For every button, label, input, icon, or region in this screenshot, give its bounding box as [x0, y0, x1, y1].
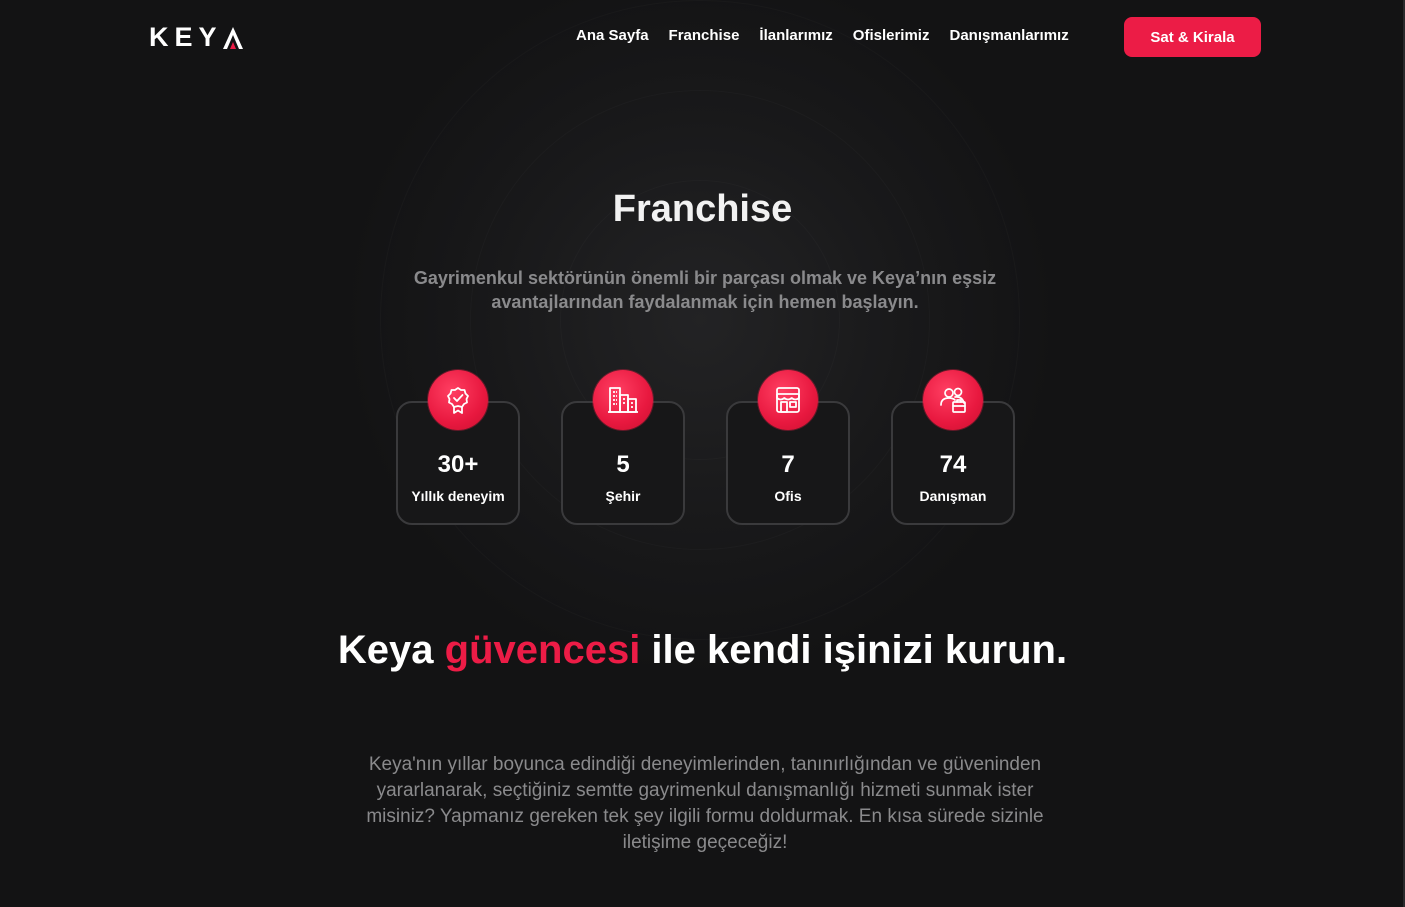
logo-a-mark-icon: [222, 26, 243, 50]
award-badge-icon: [428, 370, 488, 430]
nav-item-ilanlarimiz[interactable]: İlanlarımız: [759, 27, 832, 44]
logo-text: KEY: [149, 22, 223, 52]
hero-subtitle: Gayrimenkul sektörünün önemli bir parças…: [413, 268, 997, 312]
sat-kirala-button[interactable]: Sat & Kirala: [1124, 17, 1261, 57]
stat-value: 7: [781, 451, 795, 478]
advisors-icon: [923, 370, 983, 430]
nav-item-franchise[interactable]: Franchise: [669, 27, 740, 44]
keya-logo[interactable]: KEY: [149, 22, 243, 53]
storefront-icon: [758, 370, 818, 430]
section-title-accent: güvencesi: [444, 628, 641, 672]
stat-value: 5: [616, 451, 630, 478]
site-header: KEY Ana Sayfa Franchise İlanlarımız Ofis…: [0, 0, 1405, 74]
page-title: Franchise: [612, 188, 793, 230]
buildings-icon: [593, 370, 653, 430]
stat-label: Ofis: [774, 488, 802, 504]
stat-label: Danışman: [919, 488, 987, 504]
nav-item-ofislerimiz[interactable]: Ofislerimiz: [853, 27, 930, 44]
main-nav: Ana Sayfa Franchise İlanlarımız Ofisleri…: [576, 27, 1069, 44]
section-title-part2: ile kendi işinizi kurun.: [640, 628, 1068, 672]
nav-item-danismanlarimiz[interactable]: Danışmanlarımız: [949, 27, 1068, 44]
stat-label: Şehir: [605, 488, 641, 504]
stat-value: 74: [939, 451, 967, 478]
section-body-text: Keya'nın yıllar boyunca edindiği deneyim…: [366, 754, 1044, 853]
stat-label: Yıllık deneyim: [411, 488, 505, 504]
section-title-part1: Keya: [337, 628, 445, 672]
nav-item-ana-sayfa[interactable]: Ana Sayfa: [576, 27, 649, 44]
stat-value: 30+: [437, 451, 479, 478]
section-title: Keya güvencesi ile kendi işinizi kurun.: [0, 626, 1405, 674]
